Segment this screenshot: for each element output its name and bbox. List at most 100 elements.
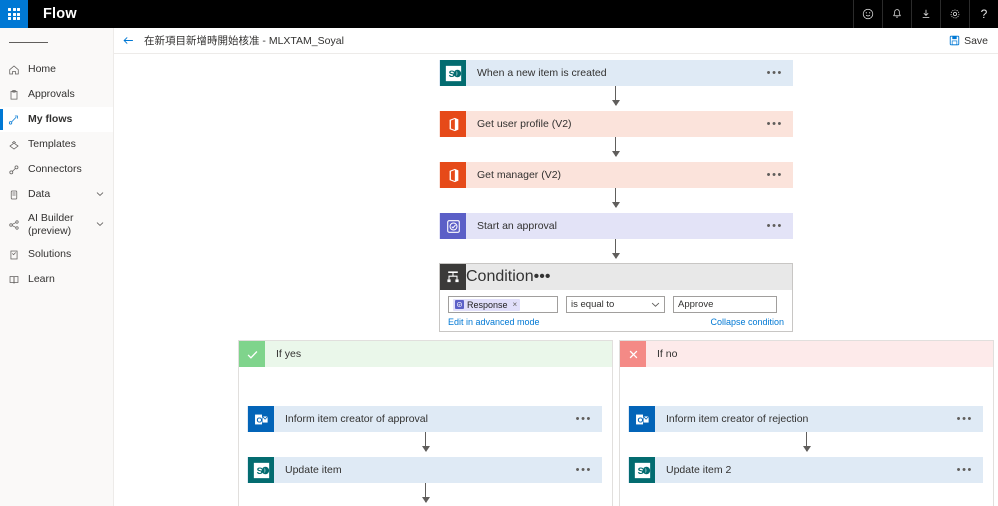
sharepoint-icon: S: [440, 60, 466, 86]
flow-card-condition[interactable]: Condition ••• Response × is equal to App…: [439, 263, 793, 332]
data-icon: [8, 189, 25, 201]
condition-header[interactable]: Condition •••: [440, 264, 792, 290]
brand-title: Flow: [43, 6, 77, 22]
card-overflow-menu-icon[interactable]: •••: [576, 414, 592, 425]
help-question-icon[interactable]: ?: [969, 0, 998, 28]
learn-icon: [8, 274, 25, 286]
connector-arrow-yes-2: [421, 483, 430, 503]
settings-gear-icon[interactable]: [940, 0, 969, 28]
condition-left-operand-field[interactable]: Response ×: [448, 296, 558, 313]
hamburger-menu-icon[interactable]: [0, 28, 113, 57]
sidebar-item-home[interactable]: Home: [0, 57, 113, 82]
app-launcher-waffle-icon[interactable]: [0, 0, 28, 28]
left-navigation-sidebar: Home Approvals My flows Templates Connec…: [0, 28, 114, 506]
save-button-label: Save: [964, 34, 988, 47]
branch-yes-label: If yes: [276, 348, 302, 360]
templates-icon: [8, 139, 25, 151]
card-overflow-menu-icon[interactable]: •••: [767, 68, 783, 79]
page-title: 在新項目新增時開始核准 - MLXTAM_Soyal: [144, 35, 344, 47]
dynamic-content-token[interactable]: Response ×: [453, 298, 521, 311]
card-icon-wrapper: [440, 111, 466, 137]
flow-card-title: Update item 2: [666, 464, 732, 476]
chevron-down-icon[interactable]: [651, 300, 660, 309]
flow-card-title: Update item: [285, 464, 342, 476]
connector-arrow-3: [611, 188, 620, 208]
sidebar-item-learn[interactable]: Learn: [0, 267, 113, 292]
connectors-icon: [8, 164, 25, 176]
home-icon: [8, 64, 25, 76]
save-floppy-icon: [949, 35, 960, 46]
chevron-down-icon[interactable]: [96, 220, 104, 230]
solutions-icon: [8, 249, 25, 261]
flow-card-title: Get user profile (V2): [477, 118, 572, 130]
sidebar-item-label: Data: [28, 188, 51, 201]
condition-body: Response × is equal to Approve Edit in a…: [440, 290, 792, 331]
cross-icon: [620, 341, 646, 367]
sidebar-item-label: Learn: [28, 273, 55, 286]
sidebar-item-connectors[interactable]: Connectors: [0, 157, 113, 182]
save-button[interactable]: Save: [945, 33, 992, 49]
sidebar-item-templates[interactable]: Templates: [0, 132, 113, 157]
sidebar-item-approvals[interactable]: Approvals: [0, 82, 113, 107]
clipboard-icon: [8, 89, 25, 101]
card-icon-wrapper: O: [629, 406, 655, 432]
sidebar-item-ai-builder[interactable]: AI Builder (preview): [0, 207, 113, 242]
edit-advanced-mode-link[interactable]: Edit in advanced mode: [448, 317, 540, 327]
office365-users-icon: [440, 111, 466, 137]
approvals-token-icon: [455, 300, 464, 309]
condition-operator-select[interactable]: is equal to: [566, 296, 665, 313]
condition-title: Condition: [466, 268, 534, 285]
sidebar-item-solutions[interactable]: Solutions: [0, 242, 113, 267]
back-arrow-icon[interactable]: [114, 28, 142, 54]
flow-card-title: Start an approval: [477, 220, 557, 232]
card-overflow-menu-icon[interactable]: •••: [767, 221, 783, 232]
card-overflow-menu-icon[interactable]: •••: [957, 414, 973, 425]
card-overflow-menu-icon[interactable]: •••: [576, 465, 592, 476]
connector-arrow-no-1: [802, 432, 811, 452]
feedback-smiley-icon[interactable]: [853, 0, 882, 28]
sidebar-item-label: Solutions: [28, 248, 72, 261]
flow-card-title: Get manager (V2): [477, 169, 562, 181]
condition-operator-value: is equal to: [571, 299, 615, 310]
card-overflow-menu-icon[interactable]: •••: [957, 465, 973, 476]
connector-arrow-yes-1: [421, 432, 430, 452]
flow-card-get-manager[interactable]: Get manager (V2) •••: [439, 162, 793, 188]
sharepoint-icon: S: [629, 457, 655, 483]
branch-if-no: If no O Inform item creator of rejection…: [619, 340, 994, 506]
card-overflow-menu-icon[interactable]: •••: [767, 170, 783, 181]
flow-card-title: Inform item creator of approval: [285, 413, 428, 425]
top-app-bar: Flow ?: [0, 0, 998, 28]
flow-card-inform-approval[interactable]: O Inform item creator of approval •••: [247, 406, 602, 432]
card-icon-wrapper: S: [629, 457, 655, 483]
condition-row: Response × is equal to Approve: [448, 296, 784, 313]
sidebar-item-my-flows[interactable]: My flows: [0, 107, 113, 132]
flow-card-update-item-2[interactable]: S Update item 2 •••: [628, 457, 983, 483]
approvals-icon: [440, 213, 466, 239]
outlook-icon: O: [248, 406, 274, 432]
flow-icon: [8, 114, 25, 126]
command-bar: 在新項目新增時開始核准 - MLXTAM_Soyal Save: [114, 28, 998, 54]
card-overflow-menu-icon[interactable]: •••: [534, 268, 551, 286]
flow-card-update-item[interactable]: S Update item •••: [247, 457, 602, 483]
office365-users-icon: [440, 162, 466, 188]
card-overflow-menu-icon[interactable]: •••: [767, 119, 783, 130]
token-remove-icon[interactable]: ×: [513, 300, 518, 309]
flow-card-title: When a new item is created: [477, 67, 607, 79]
waffle-grid: [8, 8, 20, 20]
notifications-bell-icon[interactable]: [882, 0, 911, 28]
flow-card-trigger[interactable]: S When a new item is created •••: [439, 60, 793, 86]
download-icon[interactable]: [911, 0, 940, 28]
flow-card-inform-rejection[interactable]: O Inform item creator of rejection •••: [628, 406, 983, 432]
svg-text:O: O: [637, 415, 643, 424]
connector-arrow-2: [611, 137, 620, 157]
sidebar-item-data[interactable]: Data: [0, 182, 113, 207]
condition-right-operand-field[interactable]: Approve: [673, 296, 777, 313]
sidebar-item-label: Connectors: [28, 163, 82, 176]
branch-no-label: If no: [657, 348, 678, 360]
chevron-down-icon[interactable]: [96, 190, 104, 200]
flow-card-get-user-profile[interactable]: Get user profile (V2) •••: [439, 111, 793, 137]
collapse-condition-link[interactable]: Collapse condition: [710, 317, 784, 327]
flow-card-start-approval[interactable]: Start an approval •••: [439, 213, 793, 239]
flow-card-title: Inform item creator of rejection: [666, 413, 809, 425]
card-icon-wrapper: O: [248, 406, 274, 432]
